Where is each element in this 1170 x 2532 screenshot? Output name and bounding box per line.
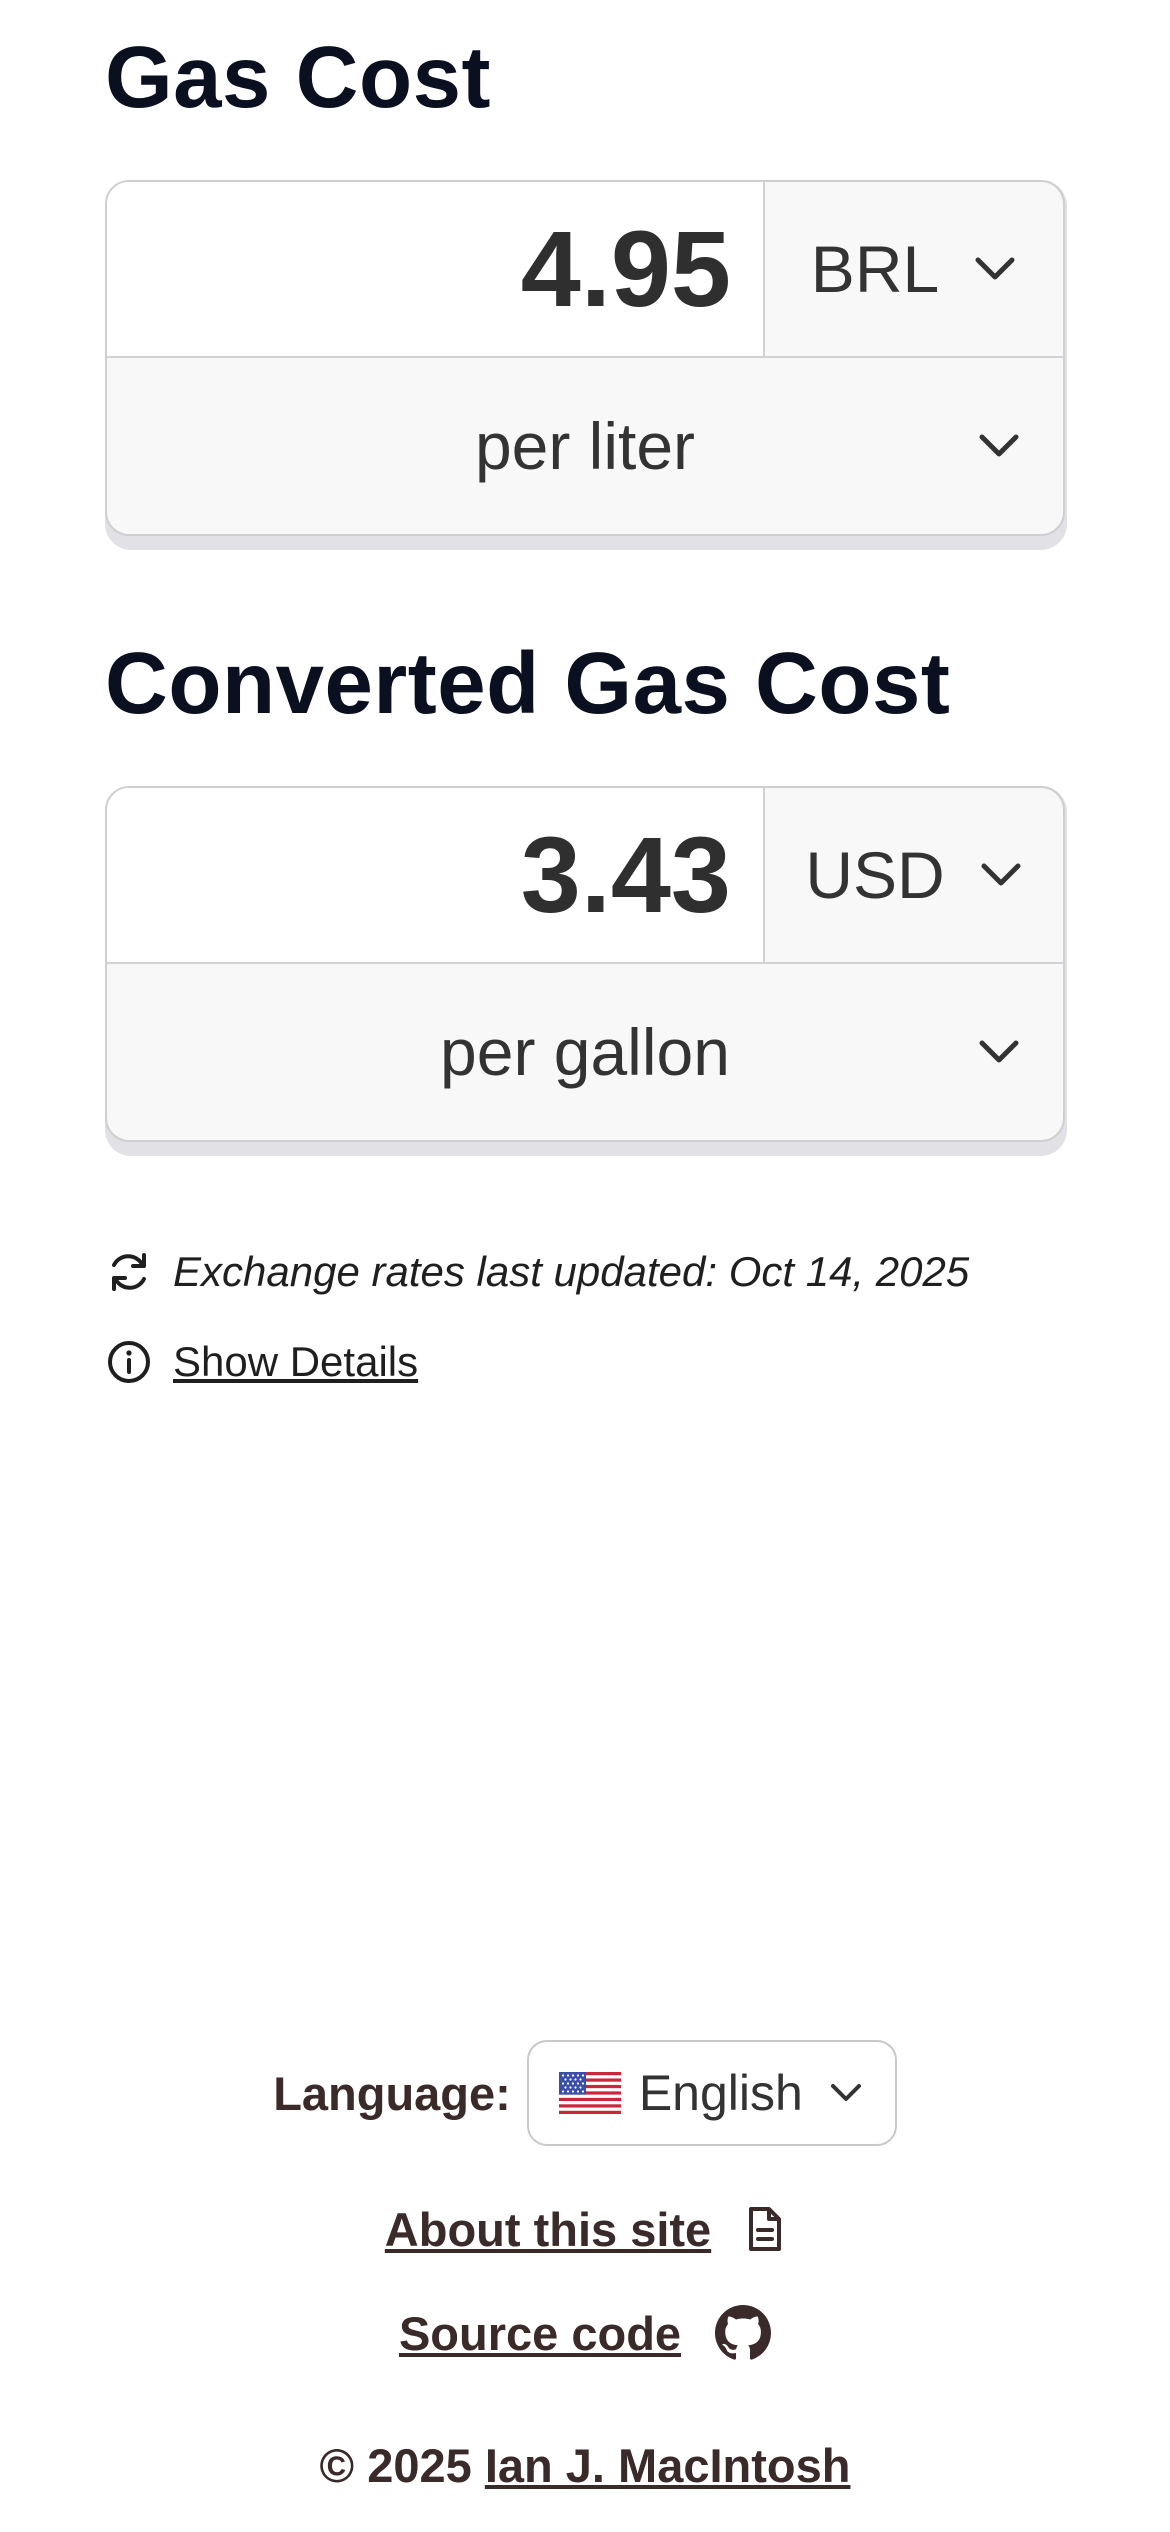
gas-cost-currency-label: BRL [810,232,940,306]
document-icon [749,2207,782,2251]
rates-updated-text: Exchange rates last updated: Oct 14, 202… [173,1248,970,1295]
copyright: © 2025 Ian J. MacIntosh [0,2438,1170,2493]
converted-amount-output[interactable]: 3.43 [107,788,765,962]
chevron-down-icon [981,863,1021,886]
about-site-link[interactable]: About this site [0,2194,1170,2264]
rates-updated-line: Exchange rates last updated: Oct 14, 202… [105,1248,969,1296]
language-value: English [638,2065,803,2121]
language-label: Language: [273,2066,511,2120]
show-details-line[interactable]: Show Details [105,1338,418,1386]
chevron-down-icon [830,2084,861,2101]
gas-cost-amount-input[interactable]: 4.95 [107,182,765,356]
converted-gas-cost-card: 3.43 USD per gallon [105,786,1065,1142]
converted-unit-label: per gallon [440,1015,730,1089]
refresh-icon [112,1253,146,1291]
language-select[interactable]: English [526,2040,897,2146]
gas-cost-unit-label: per liter [474,409,696,483]
converted-gas-cost-title: Converted Gas Cost [105,635,951,732]
info-icon [108,1341,150,1383]
chevron-down-icon [975,257,1015,280]
converted-unit-select[interactable]: per gallon [107,964,1063,1140]
about-site-label: About this site [384,2202,712,2256]
github-icon [715,2305,772,2360]
gas-cost-unit-select[interactable]: per liter [107,358,1063,534]
chevron-down-icon [979,434,1019,457]
source-code-label: Source code [398,2306,682,2360]
page: Gas Cost 4.95 BRL per liter Converted Ga… [0,0,1170,2532]
gas-cost-top-row: 4.95 BRL [107,182,1063,358]
gas-cost-card: 4.95 BRL per liter [105,180,1065,536]
author-link[interactable]: Ian J. MacIntosh [485,2439,851,2492]
converted-currency-select[interactable]: USD [765,788,1063,962]
source-code-link[interactable]: Source code [0,2298,1170,2368]
chevron-down-icon [979,1040,1019,1063]
gas-cost-title: Gas Cost [105,29,491,126]
show-details-link[interactable]: Show Details [173,1338,418,1386]
copyright-prefix: © 2025 [319,2439,472,2492]
gas-cost-currency-select[interactable]: BRL [765,182,1063,356]
us-flag-icon [558,2072,621,2114]
converted-top-row: 3.43 USD [107,788,1063,964]
converted-currency-label: USD [805,838,945,912]
language-row: Language: English [0,2038,1170,2148]
